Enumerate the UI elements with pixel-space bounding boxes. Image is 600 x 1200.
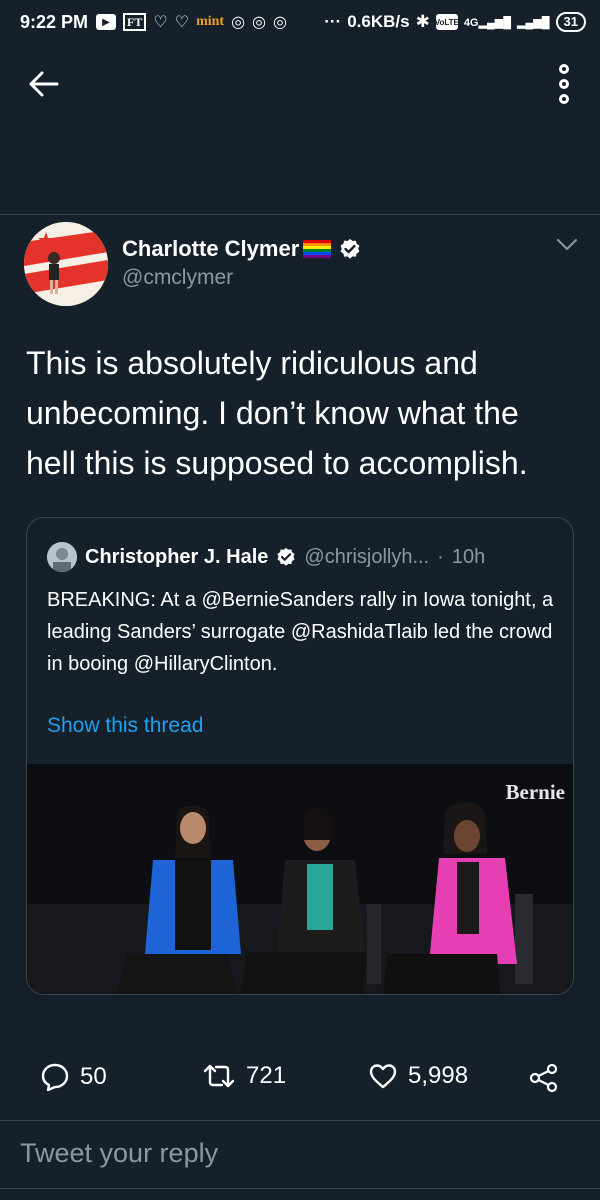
quoted-author-name: Christopher J. Hale: [85, 545, 269, 568]
like-count: 5,998: [408, 1062, 469, 1089]
more-vertical-dot: [559, 94, 569, 104]
verified-badge-icon: [277, 547, 295, 566]
rainbow-flag-icon: [303, 240, 332, 258]
show-thread-link[interactable]: Show this thread: [47, 714, 203, 738]
status-right: ··· 0.6KB/s ✱ VoLTE 4G▂▄▆█ ▂▄▆█ 31: [324, 12, 586, 32]
author-name[interactable]: Charlotte Clymer: [122, 236, 361, 262]
retweet-icon: [203, 1064, 235, 1088]
more-options-button[interactable]: [552, 64, 576, 104]
share-icon: [529, 1063, 558, 1093]
chrome-icon-2: ◎: [252, 14, 266, 31]
ft-app-icon: FT: [123, 13, 147, 31]
tweet-text: This is absolutely ridiculous and unbeco…: [26, 345, 528, 481]
more-vertical-icon: [559, 64, 569, 74]
quoted-tweet-text: BREAKING: At a @BernieSanders rally in I…: [47, 589, 554, 675]
reply-icon: [41, 1063, 69, 1092]
quoted-author-avatar: [47, 542, 77, 572]
reply-button[interactable]: 50: [40, 1062, 107, 1092]
quoted-avatar-image: [47, 542, 77, 572]
reply-input[interactable]: Tweet your reply: [20, 1138, 580, 1169]
health-icon: ♡: [153, 14, 168, 31]
chevron-down-icon[interactable]: [556, 238, 578, 252]
quoted-tweet[interactable]: Christopher J. Hale @chrisjollyh... · 10…: [26, 517, 574, 995]
arrow-left-icon: [29, 71, 59, 97]
media-watermark: Bernie: [505, 780, 565, 804]
health-icon-2: ♡: [174, 14, 190, 31]
net-speed: 0.6KB/s: [347, 12, 410, 31]
media-play-icon: ▶: [96, 14, 117, 30]
volte-icon: VoLTE: [435, 14, 459, 30]
more-vertical-dot: [559, 79, 569, 89]
like-button[interactable]: 5,998: [368, 1062, 468, 1090]
chrome-icon: ◎: [231, 14, 246, 31]
verified-badge-icon: [340, 239, 360, 259]
more-notifications: ···: [324, 12, 342, 31]
share-button[interactable]: [528, 1062, 560, 1094]
retweet-count: 721: [246, 1062, 287, 1089]
author-name-text: Charlotte Clymer: [122, 236, 300, 261]
tweet-actions: 50 721 5,998: [0, 1062, 600, 1102]
quoted-time: 10h: [451, 545, 486, 568]
reply-count: 50: [80, 1063, 107, 1090]
signal-4g-icon: 4G▂▄▆█: [463, 16, 512, 29]
reply-divider: [0, 1188, 600, 1189]
signal-icon: ▂▄▆█: [517, 16, 550, 29]
mint-app-icon: mint: [196, 14, 225, 29]
quoted-media[interactable]: Bernie: [27, 764, 573, 994]
media-image: [27, 764, 573, 994]
top-nav: [0, 44, 600, 124]
status-time: 9:22 PM: [20, 11, 89, 32]
battery-icon: 31: [555, 12, 586, 32]
header-divider: [0, 214, 600, 215]
heart-icon: [369, 1064, 397, 1089]
retweet-button[interactable]: 721: [202, 1062, 286, 1090]
quoted-author-handle: @chrisjollyh...: [304, 545, 430, 568]
quoted-tweet-header: Christopher J. Hale @chrisjollyh... · 10…: [47, 542, 485, 572]
status-bar: 9:22 PM ▶ FT ♡ ♡ mint ◎ ◎ ◎ ··· 0.6KB/s …: [0, 0, 600, 44]
quoted-separator: ·: [437, 545, 444, 568]
author-avatar[interactable]: [24, 222, 108, 306]
chrome-icon-3: ◎: [273, 14, 287, 31]
back-button[interactable]: [26, 66, 62, 102]
avatar-image: [24, 222, 108, 306]
bluetooth-icon: ✱: [415, 12, 430, 31]
author-handle[interactable]: @cmclymer: [122, 266, 233, 290]
actions-divider: [0, 1120, 600, 1121]
